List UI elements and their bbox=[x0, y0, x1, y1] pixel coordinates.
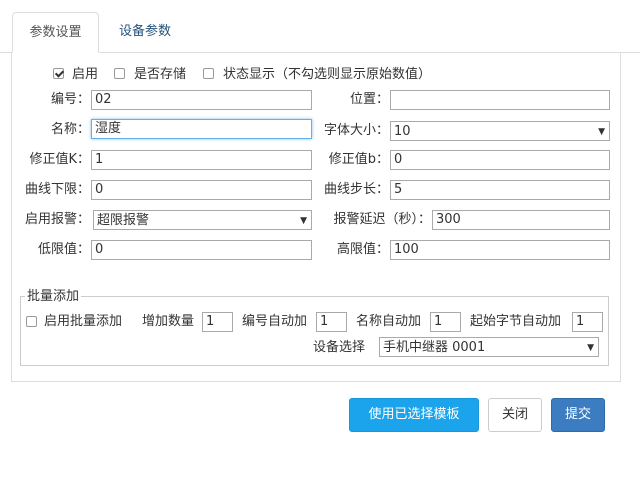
device-select-label: 设备选择 bbox=[313, 340, 366, 355]
b-label: 修正值b： bbox=[328, 152, 389, 167]
name-input[interactable]: 湿度 bbox=[91, 119, 312, 139]
num-auto-input[interactable]: 1 bbox=[316, 312, 347, 332]
alarm-label: 启用报警： bbox=[24, 212, 90, 227]
k-label: 修正值K： bbox=[29, 152, 90, 167]
b-input[interactable]: 0 bbox=[390, 150, 610, 170]
count-input[interactable]: 1 bbox=[202, 312, 233, 332]
alarm-delay-label: 报警延迟（秒）： bbox=[333, 212, 431, 227]
position-input[interactable] bbox=[390, 90, 610, 110]
byte-auto-input[interactable]: 1 bbox=[572, 312, 603, 332]
status-display-checkbox[interactable] bbox=[203, 68, 214, 79]
batch-add-legend: 批量添加 bbox=[25, 289, 82, 305]
number-label: 编号： bbox=[50, 92, 90, 107]
name-auto-input[interactable]: 1 bbox=[430, 312, 461, 332]
status-display-label: 状态显示（不勾选则显示原始数值） bbox=[223, 67, 432, 82]
high-limit-label: 高限值： bbox=[336, 242, 389, 257]
high-limit-input[interactable]: 100 bbox=[390, 240, 610, 260]
position-label: 位置： bbox=[349, 92, 389, 107]
curve-step-input[interactable]: 5 bbox=[390, 180, 610, 200]
store-checkbox[interactable] bbox=[114, 68, 125, 79]
font-size-label: 字体大小： bbox=[323, 123, 389, 138]
number-input[interactable]: 02 bbox=[91, 90, 312, 110]
alarm-delay-input[interactable]: 300 bbox=[432, 210, 610, 230]
num-auto-label: 编号自动加 bbox=[242, 314, 308, 329]
dropdown-arrow-icon: ▼ bbox=[587, 343, 594, 353]
device-value: 手机中继器 0001 bbox=[383, 340, 486, 355]
batch-enable-checkbox[interactable] bbox=[26, 316, 37, 327]
store-label: 是否存储 bbox=[134, 67, 187, 82]
low-limit-label: 低限值： bbox=[37, 242, 90, 257]
alarm-select[interactable]: 超限报警 ▼ bbox=[93, 210, 312, 230]
enable-checkbox[interactable] bbox=[53, 68, 64, 79]
byte-auto-label: 起始字节自动加 bbox=[470, 314, 562, 329]
device-select[interactable]: 手机中继器 0001 ▼ bbox=[379, 337, 599, 357]
name-auto-label: 名称自动加 bbox=[356, 314, 422, 329]
k-input[interactable]: 1 bbox=[91, 150, 312, 170]
tab-device-parameters[interactable]: 设备参数 bbox=[106, 12, 184, 53]
font-size-select[interactable]: 10 ▼ bbox=[390, 121, 610, 141]
batch-enable-label: 启用批量添加 bbox=[44, 314, 123, 329]
use-template-button[interactable]: 使用已选择模板 bbox=[349, 398, 479, 432]
enable-label: 启用 bbox=[72, 67, 99, 82]
font-size-value: 10 bbox=[394, 124, 411, 139]
curve-lower-input[interactable]: 0 bbox=[91, 180, 312, 200]
dropdown-arrow-icon: ▼ bbox=[598, 127, 605, 137]
count-label: 增加数量 bbox=[142, 314, 195, 329]
tab-parameter-settings[interactable]: 参数设置 bbox=[12, 12, 99, 53]
curve-lower-label: 曲线下限： bbox=[24, 182, 90, 197]
alarm-value: 超限报警 bbox=[97, 213, 150, 228]
name-label: 名称： bbox=[50, 122, 90, 137]
curve-step-label: 曲线步长： bbox=[323, 182, 389, 197]
submit-button[interactable]: 提交 bbox=[551, 398, 605, 432]
low-limit-input[interactable]: 0 bbox=[91, 240, 312, 260]
tab-bar: 参数设置 设备参数 bbox=[0, 0, 640, 53]
close-button[interactable]: 关闭 bbox=[488, 398, 542, 432]
